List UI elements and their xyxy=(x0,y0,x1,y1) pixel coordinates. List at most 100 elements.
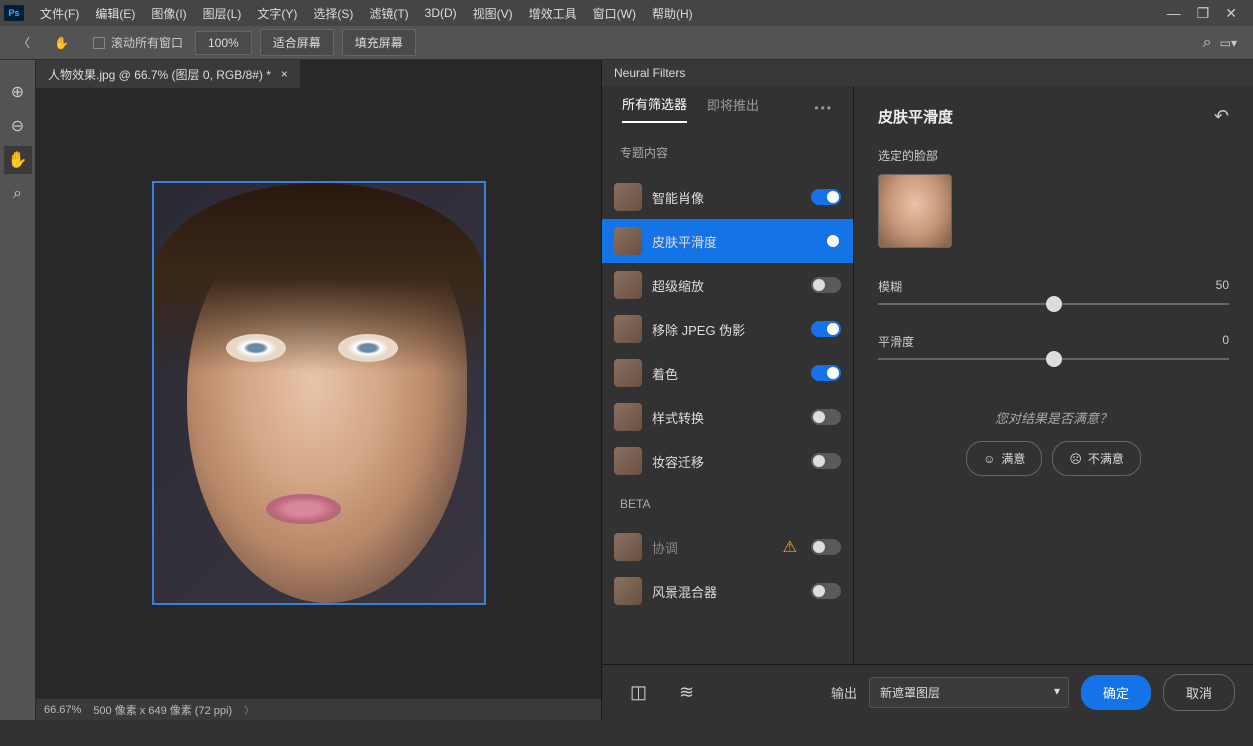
filter-landscape-mixer[interactable]: 风景混合器 xyxy=(602,569,853,613)
ok-button[interactable]: 确定 xyxy=(1081,675,1151,710)
frown-icon: ☹ xyxy=(1069,452,1082,466)
face-thumbnail[interactable] xyxy=(878,174,952,248)
filter-skin-smoothing[interactable]: 皮肤平滑度 xyxy=(602,219,853,263)
cancel-button[interactable]: 取消 xyxy=(1163,674,1235,711)
smooth-value: 0 xyxy=(1222,333,1229,350)
menu-view[interactable]: 视图(V) xyxy=(465,5,521,22)
menubar: Ps 文件(F) 编辑(E) 图像(I) 图层(L) 文字(Y) 选择(S) 滤… xyxy=(0,0,1253,26)
landscape-icon xyxy=(614,577,642,605)
status-dimensions: 500 像素 x 649 像素 (72 ppi) xyxy=(93,702,232,718)
panel-bottom-bar: ◫ ≋ 输出 新遮罩图层▾ 确定 取消 xyxy=(602,664,1253,720)
blur-label: 模糊 xyxy=(878,278,902,295)
fit-screen-button[interactable]: 适合屏幕 xyxy=(260,29,334,56)
menu-filter[interactable]: 滤镜(T) xyxy=(361,5,416,22)
scroll-all-checkbox[interactable]: 滚动所有窗口 xyxy=(93,34,183,51)
section-beta: BETA xyxy=(602,483,853,525)
menu-image[interactable]: 图像(I) xyxy=(143,5,194,22)
status-zoom: 66.67% xyxy=(44,704,81,716)
toggle-landscape[interactable] xyxy=(811,583,841,599)
scroll-all-label: 滚动所有窗口 xyxy=(111,34,183,51)
filter-settings: 皮肤平滑度 ↶ 选定的脸部 模糊 50 平滑度 0 xyxy=(854,86,1253,664)
smile-icon: ☺ xyxy=(983,452,995,466)
neural-filters-panel: Neural Filters 所有筛选器 即将推出 ••• 专题内容 智能肖像 … xyxy=(601,60,1253,720)
colorize-icon xyxy=(614,359,642,387)
tab-all-filters[interactable]: 所有筛选器 xyxy=(622,94,687,123)
menu-plugins[interactable]: 增效工具 xyxy=(521,5,585,22)
zoom-out-tool[interactable]: ⊖ xyxy=(4,112,32,140)
menu-window[interactable]: 窗口(W) xyxy=(585,5,644,22)
tab-upcoming[interactable]: 即将推出 xyxy=(707,95,759,122)
menu-select[interactable]: 选择(S) xyxy=(305,5,361,22)
filter-harmonization[interactable]: 协调 ⚠ xyxy=(602,525,853,569)
not-satisfied-button[interactable]: ☹不满意 xyxy=(1052,441,1141,476)
tab-close-icon[interactable]: × xyxy=(281,67,288,81)
section-featured: 专题内容 xyxy=(602,130,853,175)
close-icon[interactable]: ✕ xyxy=(1225,5,1237,22)
filter-colorize[interactable]: 着色 xyxy=(602,351,853,395)
app-logo: Ps xyxy=(4,5,24,21)
toggle-style-transfer[interactable] xyxy=(811,409,841,425)
canvas[interactable] xyxy=(152,181,486,605)
status-arrow-icon[interactable]: 〉 xyxy=(244,702,254,717)
fill-screen-button[interactable]: 填充屏幕 xyxy=(342,29,416,56)
workspace-icon[interactable]: ▭▾ xyxy=(1220,36,1237,50)
reset-icon[interactable]: ↶ xyxy=(1214,106,1229,127)
blur-slider[interactable] xyxy=(878,303,1229,305)
blur-value: 50 xyxy=(1216,278,1229,295)
tools-panel: ⊕ ⊖ ✋ ⌕ xyxy=(0,60,36,720)
output-label: 输出 xyxy=(831,683,857,702)
document-area: 人物效果.jpg @ 66.7% (图层 0, RGB/8#) * × 66.6… xyxy=(36,60,601,720)
document-title: 人物效果.jpg @ 66.7% (图层 0, RGB/8#) * xyxy=(48,66,271,83)
jpeg-icon xyxy=(614,315,642,343)
document-tab[interactable]: 人物效果.jpg @ 66.7% (图层 0, RGB/8#) * × xyxy=(36,60,300,88)
maximize-icon[interactable]: ❐ xyxy=(1197,5,1210,22)
filter-smart-portrait[interactable]: 智能肖像 xyxy=(602,175,853,219)
smart-portrait-icon xyxy=(614,183,642,211)
toggle-harmonization[interactable] xyxy=(811,539,841,555)
menu-3d[interactable]: 3D(D) xyxy=(417,6,465,20)
satisfied-button[interactable]: ☺满意 xyxy=(966,441,1042,476)
filter-style-transfer[interactable]: 样式转换 xyxy=(602,395,853,439)
toggle-super-zoom[interactable] xyxy=(811,277,841,293)
style-transfer-icon xyxy=(614,403,642,431)
zoom-tool[interactable]: ⌕ xyxy=(4,180,32,208)
layers-icon[interactable]: ≋ xyxy=(669,682,704,703)
makeup-icon xyxy=(614,447,642,475)
super-zoom-icon xyxy=(614,271,642,299)
toggle-makeup[interactable] xyxy=(811,453,841,469)
options-bar: 〈 ✋ 滚动所有窗口 100% 适合屏幕 填充屏幕 ⌕ ▭▾ xyxy=(0,26,1253,60)
warning-icon: ⚠ xyxy=(783,537,797,557)
panel-title: Neural Filters xyxy=(602,60,1253,86)
toggle-smart-portrait[interactable] xyxy=(811,189,841,205)
filter-makeup-transfer[interactable]: 妆容迁移 xyxy=(602,439,853,483)
skin-smooth-icon xyxy=(614,227,642,255)
toggle-skin-smoothing[interactable] xyxy=(811,233,841,249)
filter-jpeg-artifacts[interactable]: 移除 JPEG 伪影 xyxy=(602,307,853,351)
back-icon[interactable]: 〈 xyxy=(8,30,40,55)
zoom-in-tool[interactable]: ⊕ xyxy=(4,78,32,106)
filter-list: 所有筛选器 即将推出 ••• 专题内容 智能肖像 皮肤平滑度 超级 xyxy=(602,86,854,664)
menu-type[interactable]: 文字(Y) xyxy=(249,5,305,22)
settings-title: 皮肤平滑度 xyxy=(878,106,953,127)
selected-face-label: 选定的脸部 xyxy=(878,147,1229,164)
menu-help[interactable]: 帮助(H) xyxy=(644,5,701,22)
menu-layer[interactable]: 图层(L) xyxy=(195,5,250,22)
more-icon[interactable]: ••• xyxy=(814,101,833,115)
minimize-icon[interactable]: — xyxy=(1167,5,1181,22)
smooth-slider[interactable] xyxy=(878,358,1229,360)
hand-tool-icon[interactable]: ✋ xyxy=(46,34,77,52)
output-select[interactable]: 新遮罩图层▾ xyxy=(869,677,1069,708)
compare-icon[interactable]: ◫ xyxy=(620,682,657,703)
search-icon[interactable]: ⌕ xyxy=(1203,34,1212,52)
harmonize-icon xyxy=(614,533,642,561)
toggle-colorize[interactable] xyxy=(811,365,841,381)
toggle-jpeg[interactable] xyxy=(811,321,841,337)
hand-tool[interactable]: ✋ xyxy=(4,146,32,174)
feedback-question: 您对结果是否满意？ xyxy=(878,408,1229,427)
menu-file[interactable]: 文件(F) xyxy=(32,5,87,22)
filter-super-zoom[interactable]: 超级缩放 xyxy=(602,263,853,307)
smooth-label: 平滑度 xyxy=(878,333,914,350)
menu-edit[interactable]: 编辑(E) xyxy=(87,5,143,22)
zoom-level-button[interactable]: 100% xyxy=(195,31,252,55)
status-bar: 66.67% 500 像素 x 649 像素 (72 ppi) 〉 xyxy=(36,698,601,720)
